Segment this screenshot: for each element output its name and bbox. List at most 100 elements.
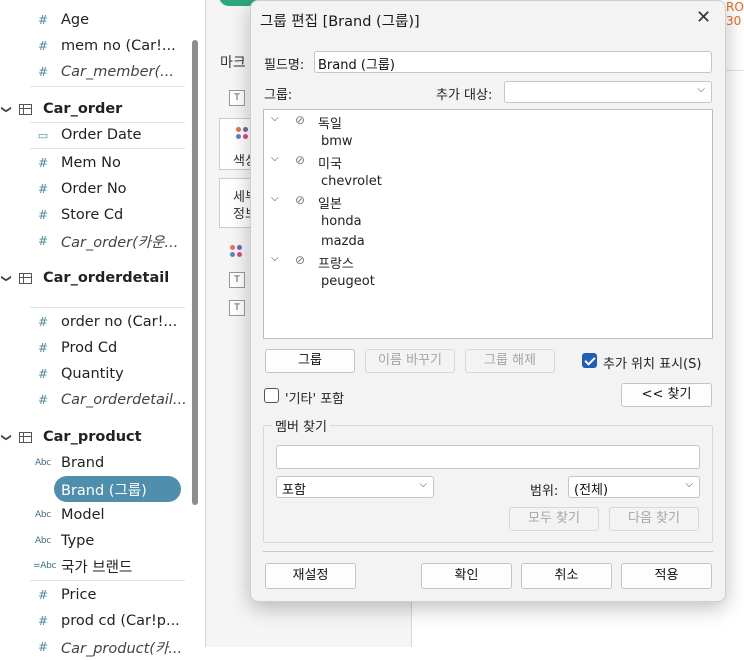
field-order-no[interactable]: # Order No bbox=[0, 176, 190, 202]
apply-button[interactable]: 적용 bbox=[621, 563, 712, 589]
calculated-string-icon: =Abc bbox=[33, 561, 57, 571]
match-mode-value: 포함 bbox=[282, 483, 306, 498]
field-label: Quantity bbox=[61, 366, 124, 382]
table-car-product[interactable]: ❯ Car_product bbox=[0, 424, 190, 450]
field-name-input[interactable]: Brand (그룹) bbox=[314, 51, 712, 73]
field-car-order-count[interactable]: # Car_order(카운... bbox=[0, 228, 190, 254]
field-mem-no-order[interactable]: # Mem No bbox=[0, 150, 190, 176]
string-icon: Abc bbox=[35, 536, 51, 546]
text-icon[interactable]: T bbox=[229, 272, 245, 288]
show-add-location-checkbox[interactable] bbox=[582, 353, 597, 368]
view-text-line: RO bbox=[726, 0, 744, 14]
chevron-down-icon[interactable]: ⌵ bbox=[271, 193, 279, 204]
field-label: 국가 브랜드 bbox=[61, 559, 133, 576]
include-other-label: '기타' 포함 bbox=[285, 392, 345, 407]
measure-icon: # bbox=[37, 315, 49, 329]
field-quantity[interactable]: # Quantity bbox=[0, 361, 190, 387]
tree-group-germany[interactable]: ⌵ ⊘ 독일 bbox=[264, 112, 704, 132]
field-mem-no[interactable]: # mem no (Car!... bbox=[0, 33, 190, 59]
chevron-down-icon[interactable]: ⌵ bbox=[271, 153, 279, 164]
chevron-down-icon[interactable]: ⌵ bbox=[271, 253, 279, 264]
group-button[interactable]: 그룹 bbox=[265, 349, 355, 373]
field-price[interactable]: # Price bbox=[0, 582, 190, 608]
field-store-cd[interactable]: # Store Cd bbox=[0, 202, 190, 228]
member-search-input[interactable] bbox=[276, 445, 700, 469]
field-age[interactable]: # Age bbox=[0, 7, 190, 33]
table-icon bbox=[19, 431, 32, 443]
field-car-member-count[interactable]: # Car_member(... bbox=[0, 59, 190, 85]
groups-tree[interactable]: ⌵ ⊘ 독일 bmw ⌵ ⊘ 미국 chevrolet ⌵ ⊘ 일본 honda… bbox=[263, 109, 713, 339]
tree-member[interactable]: chevrolet bbox=[321, 174, 382, 194]
measure-icon: # bbox=[37, 588, 49, 602]
paperclip-icon: ⊘ bbox=[295, 113, 306, 127]
field-label: Price bbox=[61, 587, 97, 603]
paperclip-icon: ⊘ bbox=[295, 153, 306, 167]
field-label: mem no (Car!... bbox=[61, 38, 176, 54]
measure-icon: # bbox=[37, 39, 49, 53]
divider bbox=[263, 551, 713, 552]
table-label: Car_orderdetail bbox=[43, 270, 170, 286]
find-toggle-button[interactable]: << 찾기 bbox=[621, 383, 712, 407]
find-next-button[interactable]: 다음 찾기 bbox=[609, 507, 699, 531]
field-prod-cd[interactable]: # Prod Cd bbox=[0, 335, 190, 361]
close-icon[interactable]: ✕ bbox=[696, 7, 711, 28]
tree-group-france[interactable]: ⌵ ⊘ 프랑스 bbox=[264, 252, 704, 272]
field-label: Prod Cd bbox=[61, 340, 118, 356]
field-label: Brand (그룹) bbox=[61, 482, 147, 499]
range-select[interactable]: (전체) ⌵ bbox=[568, 476, 700, 498]
tree-member[interactable]: peugeot bbox=[321, 274, 375, 294]
cancel-button[interactable]: 취소 bbox=[521, 563, 612, 589]
field-order-date[interactable]: ▭ Order Date bbox=[0, 122, 190, 148]
find-all-button[interactable]: 모두 찾기 bbox=[509, 507, 599, 531]
field-model[interactable]: Abc Model bbox=[0, 502, 190, 528]
field-brand-group[interactable]: ⊘ Brand (그룹) bbox=[0, 476, 190, 502]
measure-icon: # bbox=[37, 341, 49, 355]
field-label: Mem No bbox=[61, 155, 121, 171]
divider bbox=[30, 307, 185, 308]
ungroup-button[interactable]: 그룹 해제 bbox=[465, 349, 555, 373]
text-icon[interactable]: T bbox=[229, 300, 245, 316]
range-value: (전체) bbox=[574, 483, 609, 498]
field-brand[interactable]: Abc Brand bbox=[0, 450, 190, 476]
tree-group-usa[interactable]: ⌵ ⊘ 미국 bbox=[264, 152, 704, 172]
field-prod-cd-product[interactable]: # prod cd (Car!p... bbox=[0, 608, 190, 634]
field-car-orderdetail-count[interactable]: # Car_orderdetail... bbox=[0, 387, 190, 413]
chevron-down-icon[interactable]: ❯ bbox=[1, 433, 12, 441]
table-icon bbox=[19, 103, 32, 115]
text-icon[interactable]: T bbox=[229, 90, 245, 106]
field-order-no-detail[interactable]: # order no (Car!... bbox=[0, 309, 190, 335]
field-type[interactable]: Abc Type bbox=[0, 528, 190, 554]
range-label: 범위: bbox=[530, 484, 559, 499]
match-mode-select[interactable]: 포함 ⌵ bbox=[276, 476, 434, 498]
table-car-order[interactable]: ❯ Car_order bbox=[0, 96, 190, 122]
scrollbar[interactable] bbox=[192, 40, 198, 505]
tree-member[interactable]: mazda bbox=[321, 234, 365, 254]
groups-label: 그룹: bbox=[264, 88, 293, 103]
tree-member[interactable]: bmw bbox=[321, 134, 353, 154]
edit-group-dialog: 그룹 편집 [Brand (그룹)] ✕ 필드명: Brand (그룹) 그룹:… bbox=[250, 0, 726, 602]
field-label: Age bbox=[61, 12, 90, 28]
tree-group-japan[interactable]: ⌵ ⊘ 일본 bbox=[264, 192, 704, 212]
field-label: Car_product(카... bbox=[61, 640, 183, 657]
tree-member[interactable]: honda bbox=[321, 214, 362, 234]
chevron-down-icon[interactable]: ⌵ bbox=[271, 113, 279, 124]
group-label: 일본 bbox=[318, 197, 342, 212]
ok-button[interactable]: 확인 bbox=[421, 563, 512, 589]
table-car-orderdetail[interactable]: ❯ Car_orderdetail bbox=[0, 265, 190, 291]
add-to-select[interactable]: ⌵ bbox=[504, 81, 712, 103]
chevron-down-icon: ⌵ bbox=[419, 479, 427, 490]
rename-button[interactable]: 이름 바꾸기 bbox=[365, 349, 455, 373]
paperclip-icon: ⊘ bbox=[295, 253, 306, 267]
field-country-brand[interactable]: =Abc 국가 브랜드 bbox=[0, 553, 190, 579]
field-label: Car_member(... bbox=[61, 64, 174, 80]
paperclip-icon: ⊘ bbox=[295, 193, 306, 207]
color-icon bbox=[230, 245, 244, 259]
measure-icon: # bbox=[37, 234, 49, 248]
chevron-down-icon[interactable]: ❯ bbox=[1, 274, 12, 282]
chevron-down-icon: ⌵ bbox=[697, 84, 705, 95]
reset-button[interactable]: 재설정 bbox=[265, 563, 356, 589]
field-car-product-count[interactable]: # Car_product(카... bbox=[0, 634, 190, 660]
include-other-checkbox[interactable] bbox=[264, 388, 279, 403]
field-label: Type bbox=[61, 533, 95, 549]
chevron-down-icon[interactable]: ❯ bbox=[1, 105, 12, 113]
